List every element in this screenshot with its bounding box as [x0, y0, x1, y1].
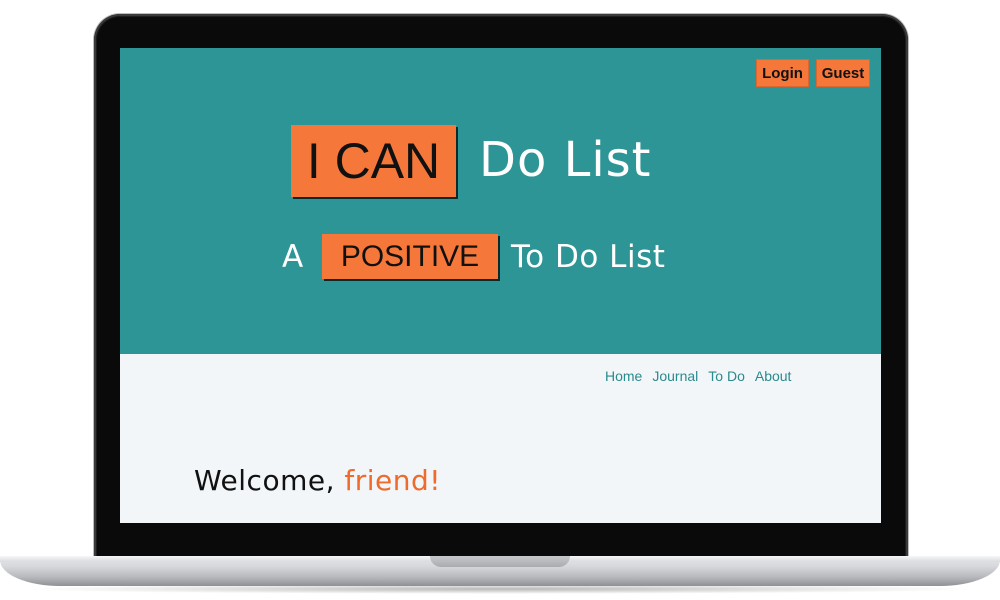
welcome-greeting: Welcome, [194, 464, 335, 497]
welcome-name: friend! [344, 464, 442, 497]
login-button[interactable]: Login [756, 59, 809, 87]
welcome-heading: Welcome, friend! [194, 461, 441, 501]
nav-item-todo[interactable]: To Do [708, 368, 745, 388]
nav-item-journal[interactable]: Journal [652, 368, 698, 388]
title-rest: Do List [479, 132, 652, 188]
screen: Login Guest I CAN Do List A POSITIVE To … [120, 48, 881, 523]
laptop-notch [430, 556, 570, 567]
nav-item-home[interactable]: Home [605, 368, 642, 388]
guest-button[interactable]: Guest [816, 59, 870, 87]
main-nav: Home Journal To Do About [605, 368, 791, 388]
subtitle-rest: To Do List [511, 239, 666, 275]
subtitle-prefix: A [282, 239, 304, 275]
nav-item-about[interactable]: About [755, 368, 792, 388]
hero-banner: Login Guest I CAN Do List A POSITIVE To … [120, 48, 881, 354]
subtitle-highlight: POSITIVE [322, 234, 498, 279]
page-title: I CAN Do List [120, 122, 881, 198]
page-subtitle: A POSITIVE To Do List [120, 232, 881, 282]
title-highlight: I CAN [291, 125, 456, 197]
